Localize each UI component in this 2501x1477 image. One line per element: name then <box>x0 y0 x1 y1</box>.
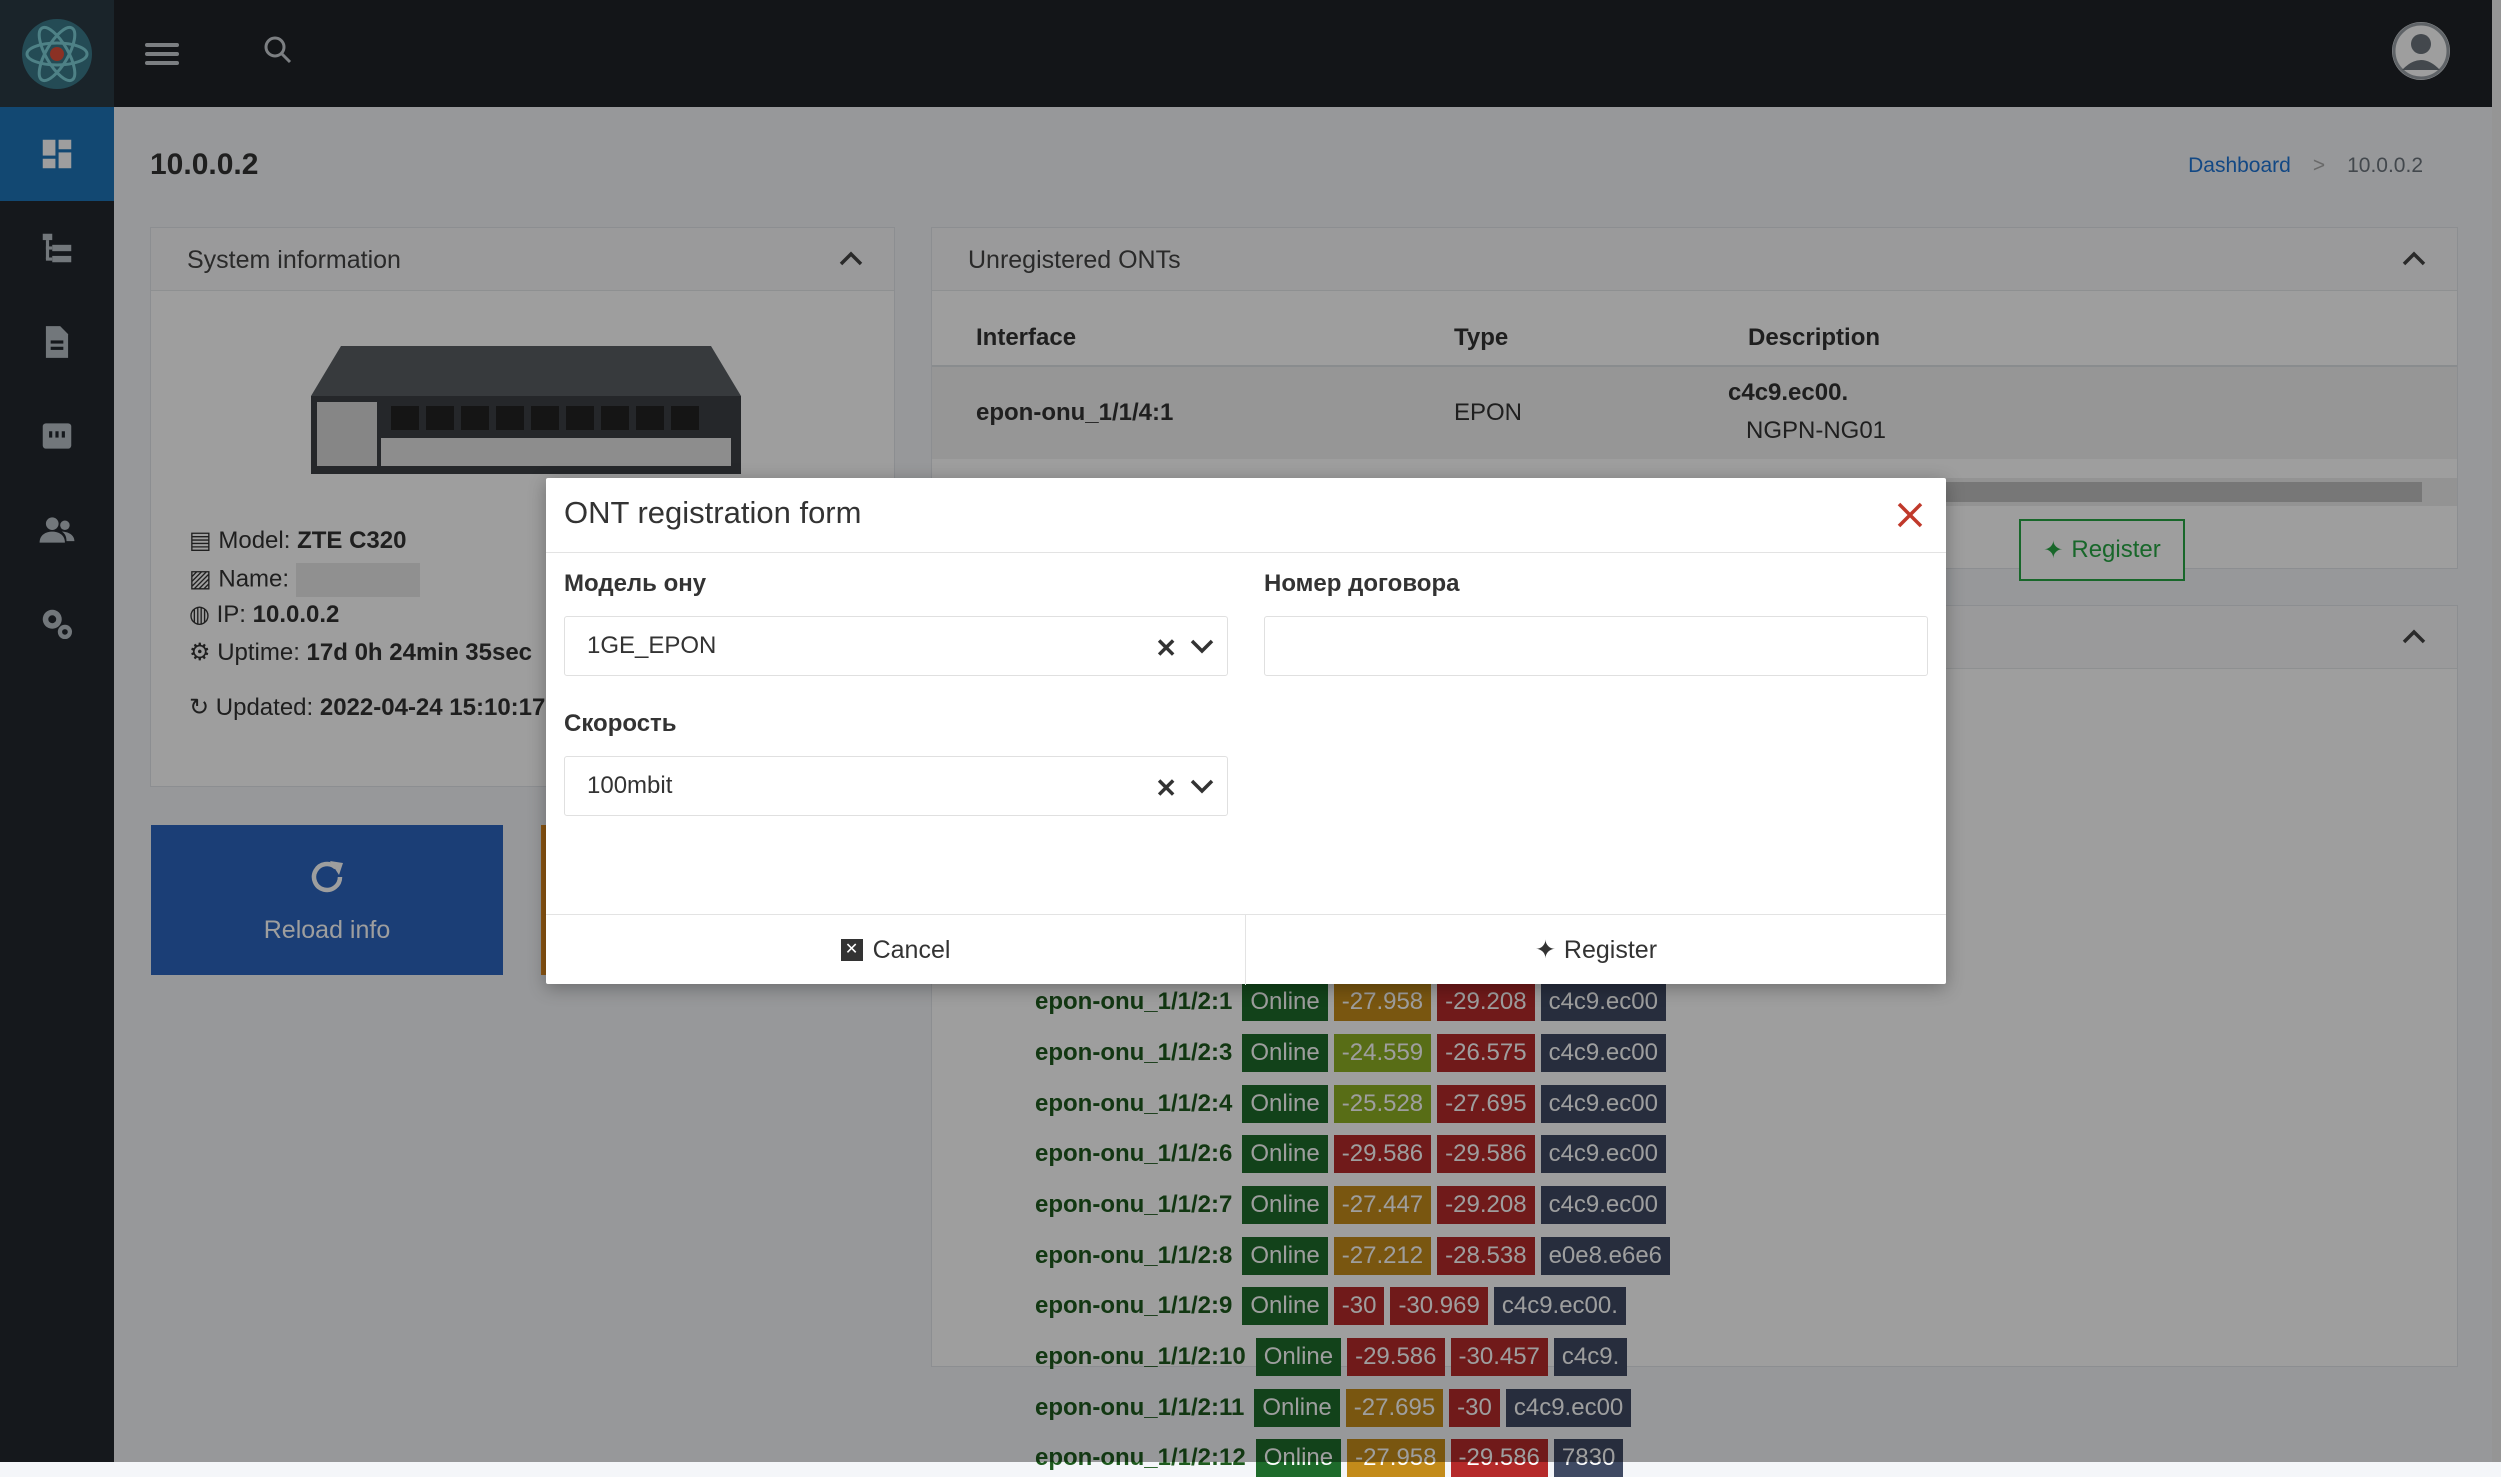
chevron-down-icon[interactable] <box>1189 775 1215 797</box>
close-icon[interactable] <box>1894 499 1926 531</box>
ont-model-select[interactable]: 1GE_EPON ✕ <box>564 616 1228 676</box>
cancel-label: Cancel <box>872 935 951 964</box>
speed-select[interactable]: 100mbit ✕ <box>564 756 1228 816</box>
chevron-down-icon[interactable] <box>1189 635 1215 657</box>
clear-icon[interactable]: ✕ <box>1155 773 1177 804</box>
register-label: Register <box>1563 935 1658 964</box>
ont-model-value: 1GE_EPON <box>587 632 717 659</box>
contract-number-label: Номер договора <box>1264 570 1460 597</box>
modal-footer: ✕ Cancel ✦ Register <box>546 914 1946 985</box>
ont-model-label: Модель ону <box>564 570 707 597</box>
cancel-button[interactable]: ✕ Cancel <box>546 915 1245 985</box>
cancel-x-icon: ✕ <box>840 939 863 961</box>
contract-number-input[interactable] <box>1264 616 1928 676</box>
clear-icon[interactable]: ✕ <box>1155 633 1177 664</box>
speed-value: 100mbit <box>587 772 673 799</box>
register-button[interactable]: ✦ Register <box>1246 915 1946 985</box>
speed-label: Скорость <box>564 710 677 737</box>
modal-title: ONT registration form <box>564 495 862 530</box>
modal-header: ONT registration form <box>546 478 1946 553</box>
sparkle-icon: ✦ <box>1534 936 1556 964</box>
ont-registration-modal: ONT registration form Модель ону 1GE_EPO… <box>546 478 1946 985</box>
